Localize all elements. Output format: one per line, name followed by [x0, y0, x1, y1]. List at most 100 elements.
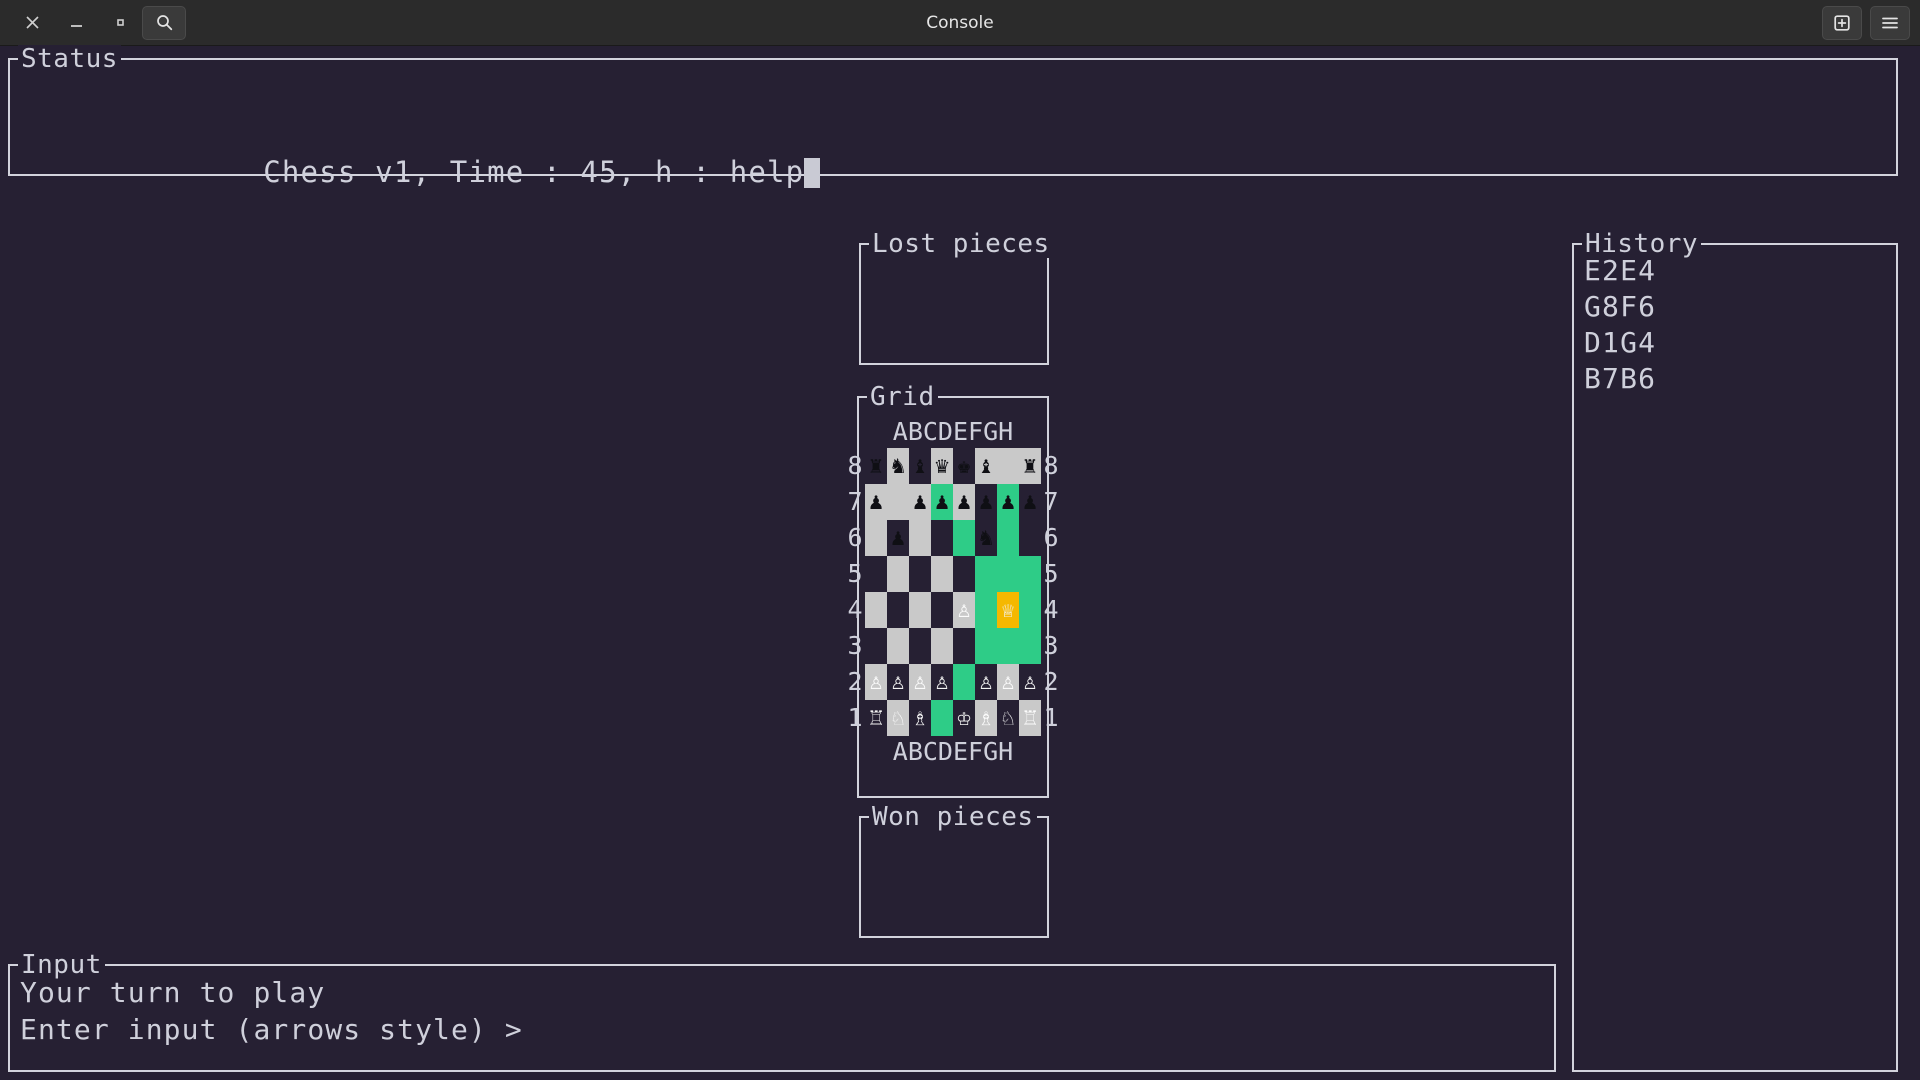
board-square-E1[interactable]: ♔ — [953, 700, 975, 736]
board-square-B2[interactable]: ♙ — [887, 664, 909, 700]
chess-board[interactable]: 8♜♞♝♛♚♝♜87♟♟♟♟♟♟♟76♟♞6554♙♕4332♙♙♙♙♙♙♙21… — [845, 448, 1061, 736]
piece-black-pawn[interactable]: ♟ — [869, 491, 883, 514]
board-square-C4[interactable] — [909, 592, 931, 628]
board-square-D3[interactable] — [931, 628, 953, 664]
board-square-A3[interactable] — [865, 628, 887, 664]
piece-black-pawn[interactable]: ♟ — [913, 491, 927, 514]
board-square-G1[interactable]: ♘ — [997, 700, 1019, 736]
board-square-C6[interactable] — [909, 520, 931, 556]
piece-black-rook[interactable]: ♜ — [869, 455, 883, 478]
piece-black-knight[interactable]: ♞ — [979, 527, 993, 550]
piece-white-pawn[interactable]: ♙ — [935, 671, 949, 694]
board-square-E3[interactable] — [953, 628, 975, 664]
board-square-G3[interactable] — [997, 628, 1019, 664]
board-square-B3[interactable] — [887, 628, 909, 664]
piece-white-rook[interactable]: ♖ — [1023, 707, 1037, 730]
board-square-C2[interactable]: ♙ — [909, 664, 931, 700]
board-square-C1[interactable]: ♗ — [909, 700, 931, 736]
search-button[interactable] — [142, 6, 186, 40]
board-square-B8[interactable]: ♞ — [887, 448, 909, 484]
board-square-D8[interactable]: ♛ — [931, 448, 953, 484]
board-square-D2[interactable]: ♙ — [931, 664, 953, 700]
board-square-H4[interactable] — [1019, 592, 1041, 628]
minimize-button[interactable] — [54, 6, 98, 40]
board-square-C5[interactable] — [909, 556, 931, 592]
piece-black-king[interactable]: ♚ — [957, 455, 971, 478]
piece-white-knight[interactable]: ♘ — [1001, 707, 1015, 730]
close-button[interactable] — [10, 6, 54, 40]
board-square-B1[interactable]: ♘ — [887, 700, 909, 736]
piece-white-pawn[interactable]: ♙ — [869, 671, 883, 694]
piece-white-bishop[interactable]: ♗ — [979, 707, 993, 730]
board-square-A2[interactable]: ♙ — [865, 664, 887, 700]
board-square-H7[interactable]: ♟ — [1019, 484, 1041, 520]
board-square-H8[interactable]: ♜ — [1019, 448, 1041, 484]
piece-black-knight[interactable]: ♞ — [891, 455, 905, 478]
board-square-H6[interactable] — [1019, 520, 1041, 556]
board-square-E4[interactable]: ♙ — [953, 592, 975, 628]
piece-white-pawn[interactable]: ♙ — [957, 599, 971, 622]
piece-white-pawn[interactable]: ♙ — [1023, 671, 1037, 694]
board-square-B4[interactable] — [887, 592, 909, 628]
menu-button[interactable] — [1870, 6, 1910, 40]
new-tab-button[interactable] — [1822, 6, 1862, 40]
piece-black-pawn[interactable]: ♟ — [1001, 491, 1015, 514]
piece-black-pawn[interactable]: ♟ — [935, 491, 949, 514]
board-square-A6[interactable] — [865, 520, 887, 556]
board-square-F5[interactable] — [975, 556, 997, 592]
board-square-D4[interactable] — [931, 592, 953, 628]
piece-white-queen[interactable]: ♕ — [1001, 599, 1015, 622]
piece-black-queen[interactable]: ♛ — [935, 455, 949, 478]
piece-black-rook[interactable]: ♜ — [1023, 455, 1037, 478]
piece-black-pawn[interactable]: ♟ — [891, 527, 905, 550]
input-panel[interactable]: Input Your turn to playEnter input (arro… — [8, 964, 1556, 1072]
board-square-D5[interactable] — [931, 556, 953, 592]
board-square-B6[interactable]: ♟ — [887, 520, 909, 556]
board-square-H1[interactable]: ♖ — [1019, 700, 1041, 736]
board-square-H3[interactable] — [1019, 628, 1041, 664]
board-square-F7[interactable]: ♟ — [975, 484, 997, 520]
board-square-E7[interactable]: ♟ — [953, 484, 975, 520]
board-square-D6[interactable] — [931, 520, 953, 556]
piece-black-bishop[interactable]: ♝ — [913, 455, 927, 478]
board-square-G6[interactable] — [997, 520, 1019, 556]
piece-white-king[interactable]: ♔ — [957, 707, 971, 730]
board-square-H5[interactable] — [1019, 556, 1041, 592]
piece-white-pawn[interactable]: ♙ — [979, 671, 993, 694]
board-square-F8[interactable]: ♝ — [975, 448, 997, 484]
piece-white-pawn[interactable]: ♙ — [891, 671, 905, 694]
piece-black-pawn[interactable]: ♟ — [979, 491, 993, 514]
input-panel-body[interactable]: Your turn to playEnter input (arrows sty… — [10, 966, 1554, 1054]
board-square-B7[interactable] — [887, 484, 909, 520]
piece-black-pawn[interactable]: ♟ — [957, 491, 971, 514]
maximize-button[interactable] — [98, 6, 142, 40]
board-square-A1[interactable]: ♖ — [865, 700, 887, 736]
board-square-B5[interactable] — [887, 556, 909, 592]
board-square-G4[interactable]: ♕ — [997, 592, 1019, 628]
board-square-F1[interactable]: ♗ — [975, 700, 997, 736]
board-square-E6[interactable] — [953, 520, 975, 556]
board-square-F2[interactable]: ♙ — [975, 664, 997, 700]
board-square-G8[interactable] — [997, 448, 1019, 484]
piece-white-rook[interactable]: ♖ — [869, 707, 883, 730]
board-square-E2[interactable] — [953, 664, 975, 700]
board-square-G2[interactable]: ♙ — [997, 664, 1019, 700]
board-square-E8[interactable]: ♚ — [953, 448, 975, 484]
board-square-G5[interactable] — [997, 556, 1019, 592]
chess-board-wrapper[interactable]: ABCDEFGH 8♜♞♝♛♚♝♜87♟♟♟♟♟♟♟76♟♞6554♙♕4332… — [859, 416, 1047, 768]
board-square-A5[interactable] — [865, 556, 887, 592]
board-square-H2[interactable]: ♙ — [1019, 664, 1041, 700]
terminal-surface[interactable]: Status Chess v1, Time : 45, h : help Los… — [0, 46, 1920, 1080]
piece-white-knight[interactable]: ♘ — [891, 707, 905, 730]
board-square-D7[interactable]: ♟ — [931, 484, 953, 520]
piece-black-pawn[interactable]: ♟ — [1023, 491, 1037, 514]
grid-panel[interactable]: Grid ABCDEFGH 8♜♞♝♛♚♝♜87♟♟♟♟♟♟♟76♟♞6554♙… — [857, 396, 1049, 798]
board-square-D1[interactable] — [931, 700, 953, 736]
board-square-A7[interactable]: ♟ — [865, 484, 887, 520]
board-square-C8[interactable]: ♝ — [909, 448, 931, 484]
piece-black-bishop[interactable]: ♝ — [979, 455, 993, 478]
board-square-A4[interactable] — [865, 592, 887, 628]
board-square-A8[interactable]: ♜ — [865, 448, 887, 484]
board-square-C3[interactable] — [909, 628, 931, 664]
board-square-F4[interactable] — [975, 592, 997, 628]
